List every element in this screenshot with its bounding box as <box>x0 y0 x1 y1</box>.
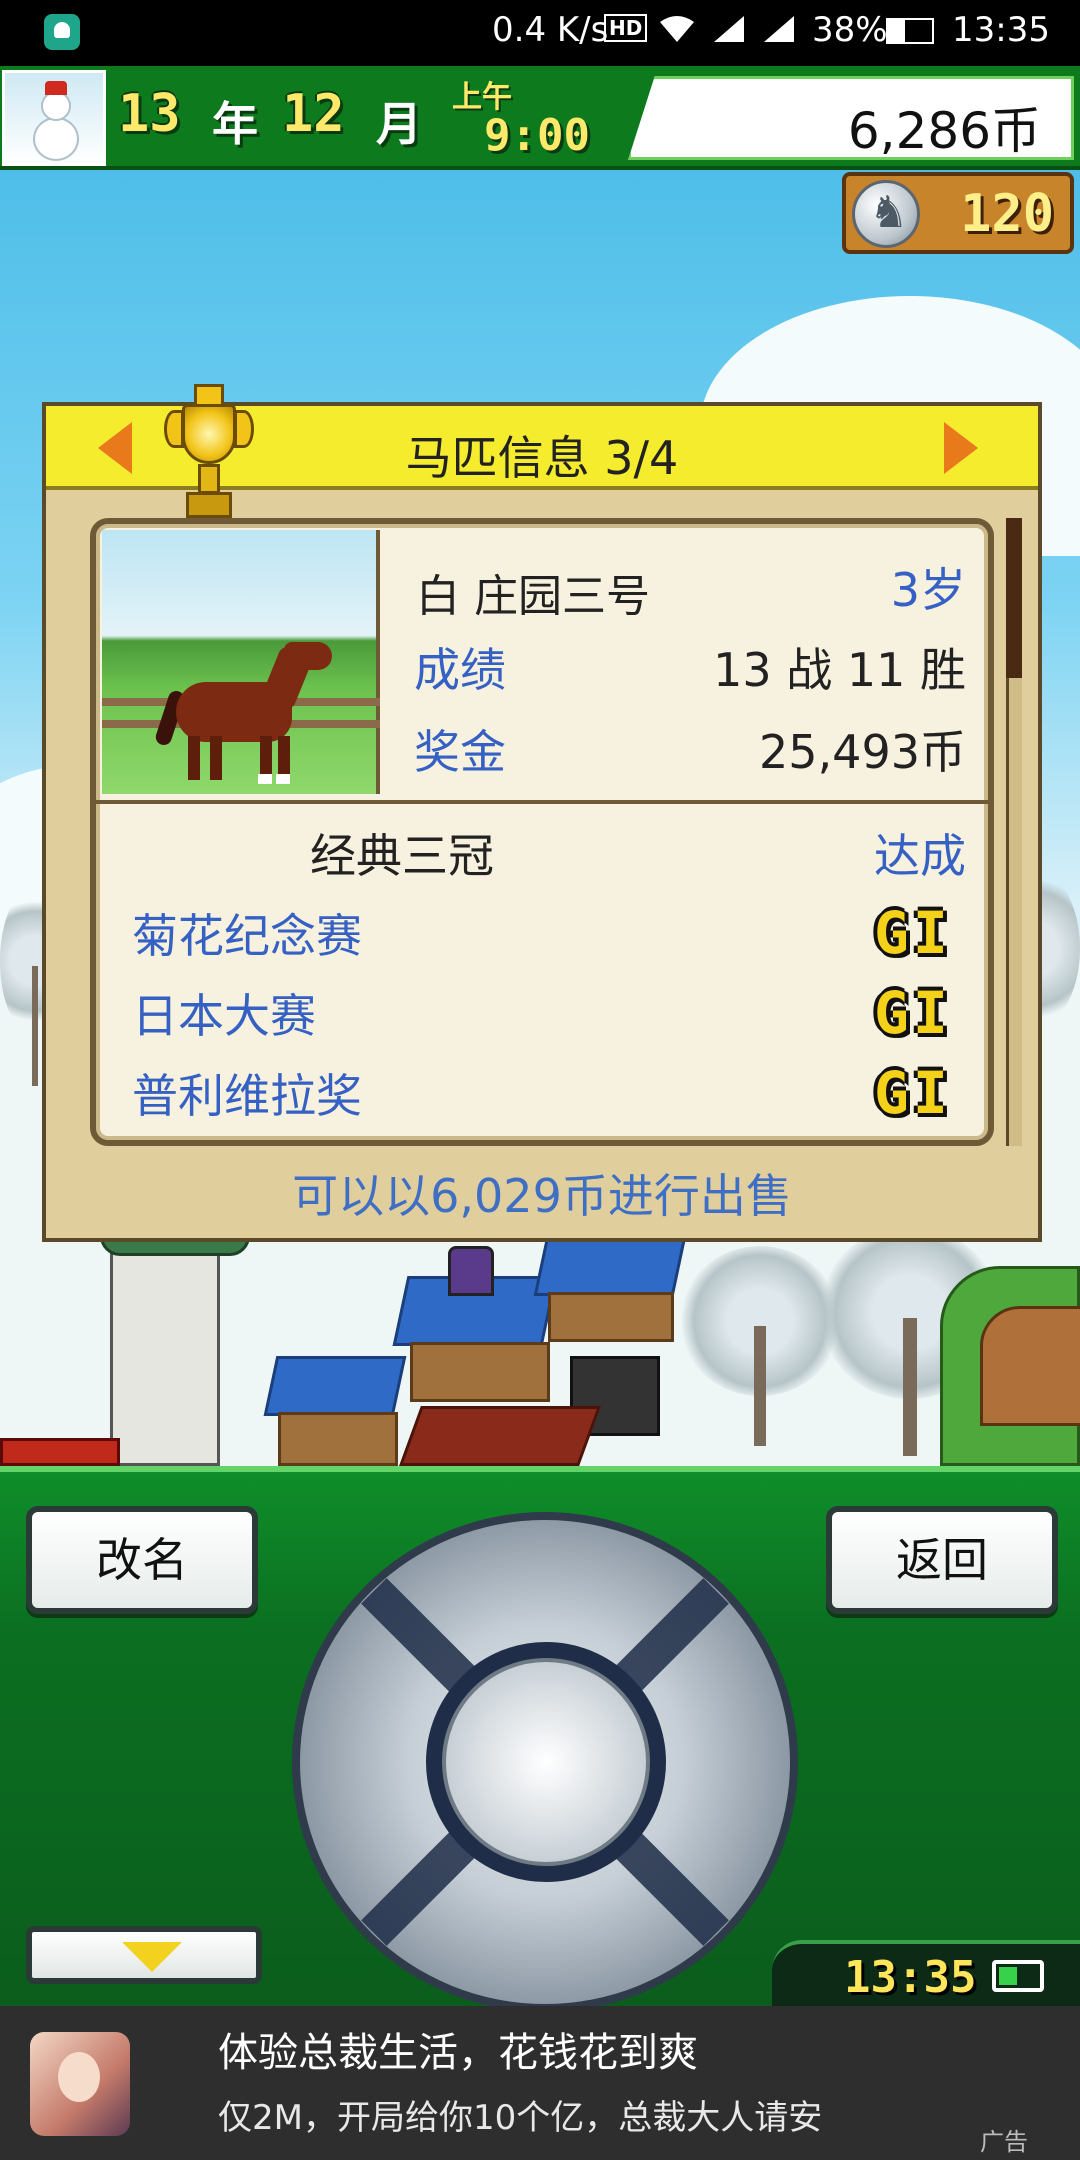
horse-info-panel: 马匹信息 3/4 白 庄园三号 3岁 成绩 13 战 11 胜 奖金 25,49… <box>42 384 1042 1242</box>
red-cart <box>0 1438 120 1466</box>
rename-button[interactable]: 改名 <box>26 1506 258 1614</box>
signal-icon-2 <box>764 16 794 42</box>
signal-icon <box>714 16 744 42</box>
observation-tower <box>110 1236 220 1466</box>
grade-badge: GI <box>874 1059 952 1127</box>
race-name: 普利维拉奖 <box>132 1069 362 1123</box>
dpad[interactable] <box>292 1512 798 2012</box>
house-wall <box>278 1412 398 1466</box>
triple-crown-status: 达成 <box>874 829 966 883</box>
sale-price-text: 可以以6,029币进行出售 <box>292 1169 792 1223</box>
month-unit: 月 <box>376 97 422 151</box>
horse-portrait <box>102 530 380 794</box>
medal-counter[interactable]: 120 <box>842 172 1074 254</box>
back-button[interactable]: 返回 <box>826 1506 1058 1614</box>
year-value: 13 <box>118 84 181 144</box>
ad-thumbnail[interactable] <box>30 2032 130 2136</box>
game-time: 9:00 <box>484 110 590 161</box>
hd-badge: HD <box>604 14 648 42</box>
network-speed: 0.4 K/s <box>492 10 609 50</box>
menu-toggle-button[interactable] <box>26 1926 262 1984</box>
top-hud: 13 年 12 月 上午 9:00 6,286币 <box>0 66 1080 170</box>
horse-card: 白 庄园三号 3岁 成绩 13 战 11 胜 奖金 25,493币 经典三冠 达… <box>90 518 994 1146</box>
card-divider <box>96 800 988 804</box>
scrollbar-thumb[interactable] <box>1006 518 1022 678</box>
battery-icon <box>992 1960 1044 1992</box>
money-display: 6,286币 <box>628 76 1074 160</box>
status-bar: 0.4 K/s HD 38% 13:35 <box>0 0 1080 66</box>
year-unit: 年 <box>212 97 258 151</box>
notification-icon <box>44 14 80 50</box>
bare-tree <box>680 1246 840 1446</box>
grade-badge: GI <box>874 979 952 1047</box>
ad-banner[interactable]: 体验总裁生活，花钱花到爽 仅2M，开局给你10个亿，总裁大人请安 广告 <box>0 2006 1080 2160</box>
device-clock: 13:35 <box>844 1952 977 2003</box>
house-roof <box>263 1356 407 1416</box>
red-roof <box>399 1406 601 1466</box>
horse-medal-icon <box>852 180 920 248</box>
record-value: 13 战 11 胜 <box>713 643 966 697</box>
down-arrow-icon <box>122 1942 182 1972</box>
race-name: 菊花纪念赛 <box>132 909 362 963</box>
status-clock: 13:35 <box>952 10 1050 50</box>
horse-age: 3岁 <box>890 563 966 617</box>
ad-title[interactable]: 体验总裁生活，花钱花到爽 <box>218 2020 698 2078</box>
barn-wall <box>548 1292 674 1342</box>
grade-badge: GI <box>874 899 952 967</box>
battery-percent: 38% <box>812 10 888 50</box>
controller-area: 改名 返回 13:35 <box>0 1466 1080 2012</box>
ad-tag: 广告 <box>980 2128 1028 2156</box>
battery-icon <box>886 18 934 44</box>
prize-label: 奖金 <box>414 725 506 779</box>
horse-name: 白 庄园三号 <box>416 571 650 622</box>
dpad-center-button[interactable] <box>442 1658 650 1866</box>
wifi-icon <box>660 16 694 42</box>
prize-value: 25,493币 <box>759 725 966 779</box>
barn-roof <box>533 1236 687 1296</box>
triple-crown-label: 经典三冠 <box>310 829 494 883</box>
stable-wall <box>410 1342 550 1402</box>
race-name: 日本大赛 <box>132 989 316 1043</box>
next-arrow-icon[interactable] <box>944 422 978 474</box>
player-avatar[interactable] <box>2 70 106 166</box>
ad-subtitle[interactable]: 仅2M，开局给你10个亿，总裁大人请安 <box>218 2090 822 2139</box>
money-value: 6,286币 <box>847 102 1041 160</box>
game-clock-panel: 13:35 <box>772 1940 1080 2012</box>
month-value: 12 <box>282 84 345 144</box>
racetrack-dirt <box>980 1306 1080 1426</box>
staff-character[interactable] <box>448 1246 494 1296</box>
record-label: 成绩 <box>414 643 506 697</box>
trophy-icon <box>164 376 254 524</box>
medal-count: 120 <box>960 184 1054 244</box>
